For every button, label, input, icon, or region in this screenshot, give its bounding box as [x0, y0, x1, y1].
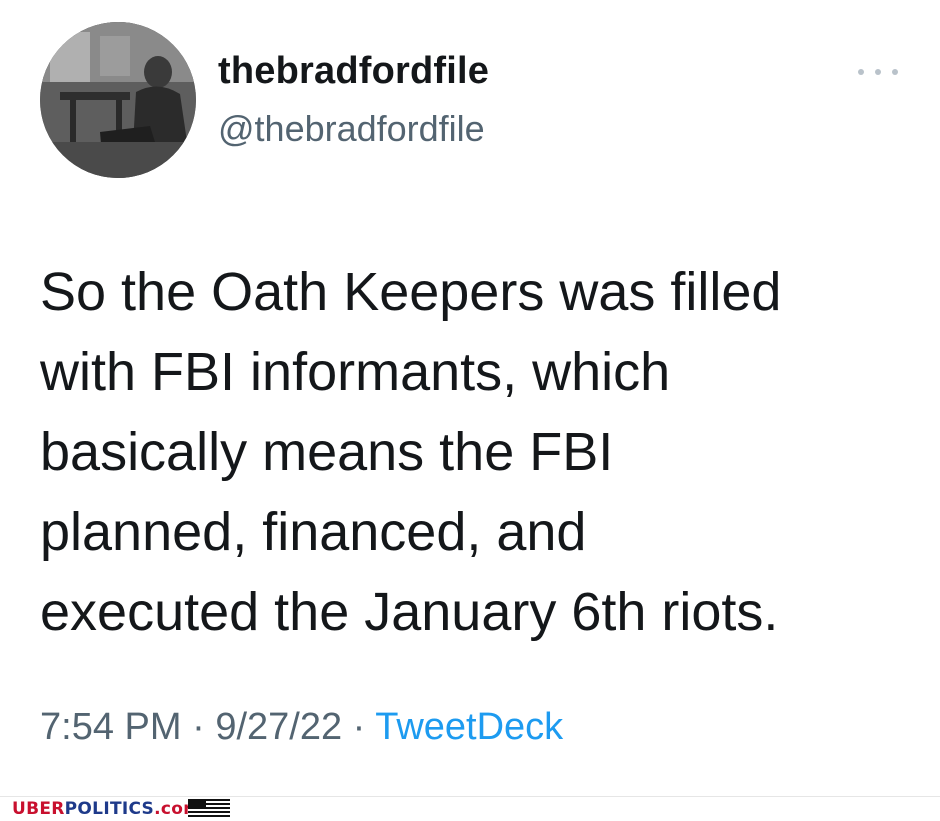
dot-icon	[892, 69, 898, 75]
user-handle[interactable]: @thebradfordfile	[218, 108, 485, 150]
tweet-source-link[interactable]: TweetDeck	[375, 706, 563, 748]
watermark-text[interactable]: UBERPOLITICS.com	[12, 797, 201, 821]
tweet-time[interactable]: 7:54 PM	[40, 706, 182, 748]
watermark-politics: POLITICS	[64, 799, 155, 819]
tweet-meta: 7:54 PM · 9/27/22 · TweetDeck	[40, 706, 563, 749]
meta-separator: ·	[342, 706, 376, 748]
avatar[interactable]	[40, 22, 196, 178]
tweet-text: So the Oath Keepers was filled with FBI …	[40, 262, 782, 642]
dot-icon	[875, 69, 881, 75]
watermark-bar: UBERPOLITICS.com	[0, 796, 940, 821]
avatar-photo-icon	[40, 22, 196, 178]
dot-icon	[858, 69, 864, 75]
watermark-uber: UBER	[12, 799, 65, 819]
tweet-card: thebradfordfile @thebradfordfile So the …	[0, 0, 940, 796]
us-flag-icon	[188, 799, 230, 819]
tweet-date[interactable]: 9/27/22	[215, 706, 342, 748]
more-dots-icon[interactable]	[858, 60, 898, 84]
meta-separator: ·	[181, 706, 216, 748]
display-name[interactable]: thebradfordfile	[218, 50, 489, 93]
